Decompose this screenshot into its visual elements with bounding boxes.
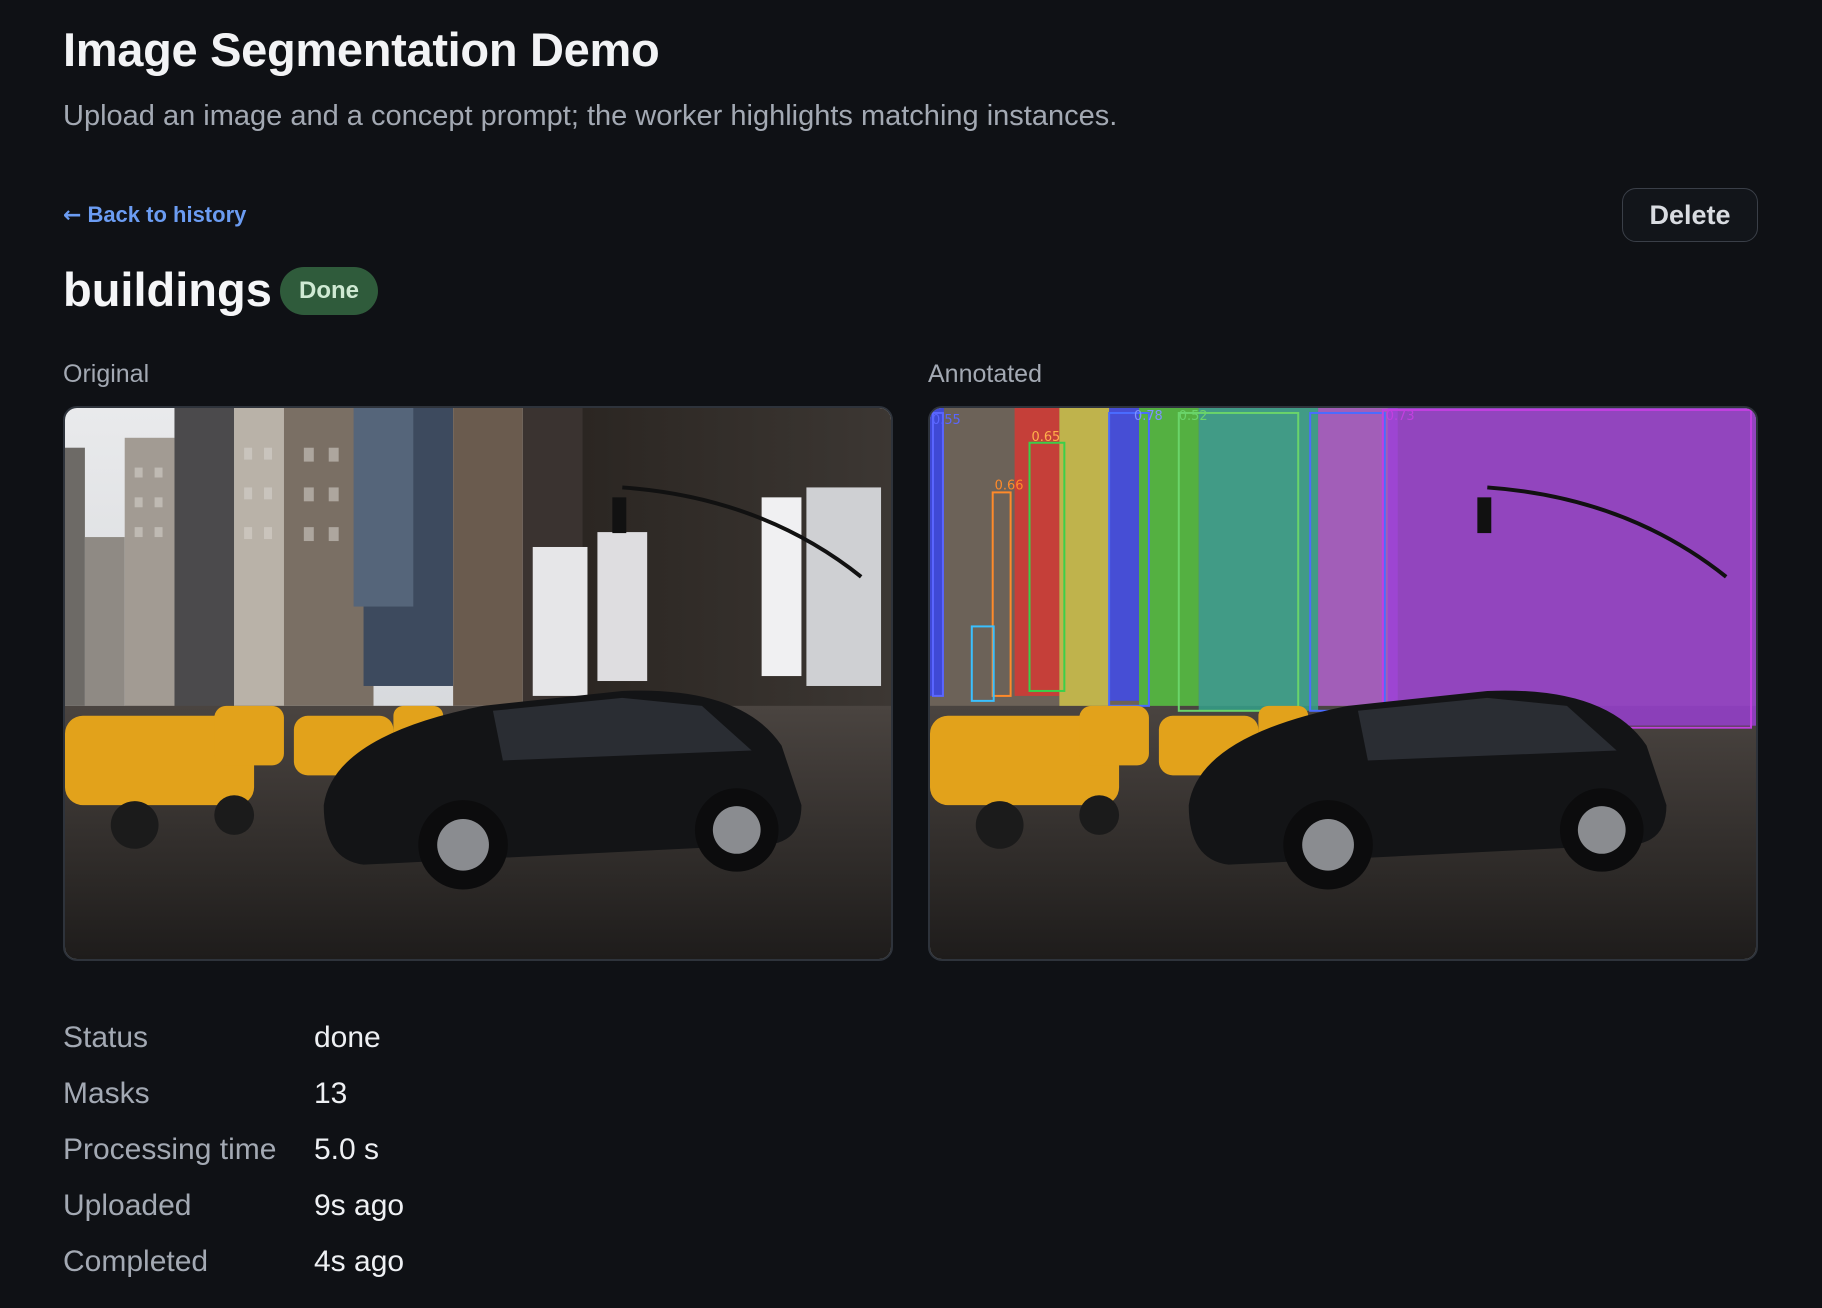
status-badge: Done [280,267,378,315]
mask-score-label: 0.52 [1179,409,1208,424]
mask-score-label: 0.66 [995,478,1024,493]
app-title: Image Segmentation Demo [63,23,660,76]
annotated-label: Annotated [928,360,1042,388]
job-details: Status done Masks 13 Processing time 5.0… [63,1010,404,1290]
detail-row-uploaded: Uploaded 9s ago [63,1178,404,1234]
detail-value: 9s ago [314,1189,405,1222]
detail-key: Uploaded [63,1189,192,1222]
street-scene-photo [65,408,891,959]
mask-score-label: 0.65 [1032,430,1061,445]
detail-key: Processing time [63,1133,277,1166]
detail-key: Status [63,1021,149,1054]
mask-violet [1318,408,1398,706]
detail-row-status: Status done [63,1010,404,1066]
mask-score-label: 0.55 [932,413,961,428]
detail-key: Masks [63,1077,150,1110]
detail-value: 5.0 s [314,1133,380,1166]
delete-button[interactable]: Delete [1622,188,1758,242]
detail-value: 4s ago [314,1245,405,1278]
detail-value: done [314,1021,381,1054]
job-prompt-title: buildings [63,263,272,316]
mask-purple [1387,408,1756,726]
mask-indigo [1109,408,1139,701]
app-subtitle: Upload an image and a concept prompt; th… [63,100,1118,132]
original-image [63,406,893,961]
detail-value: 13 [314,1077,348,1110]
mask-score-label: 0.73 [1386,409,1415,424]
mask-red [1014,408,1060,696]
detail-row-processing-time: Processing time 5.0 s [63,1122,404,1178]
segmentation-overlay: 0.55 0.66 0.65 0.78 0.52 0.73 [930,408,1756,959]
detail-key: Completed [63,1245,209,1278]
annotated-image: 0.55 0.66 0.65 0.78 0.52 0.73 [928,406,1758,961]
mask-yellow [1059,408,1110,706]
detail-row-completed: Completed 4s ago [63,1234,404,1290]
mask-teal [1198,408,1319,711]
detail-row-masks: Masks 13 [63,1066,404,1122]
back-to-history-link[interactable]: ← Back to history [63,202,246,228]
mask-score-label: 0.78 [1134,409,1163,424]
original-label: Original [63,360,150,388]
back-link-label: Back to history [87,202,247,227]
arrow-left-icon: ← [63,202,82,228]
